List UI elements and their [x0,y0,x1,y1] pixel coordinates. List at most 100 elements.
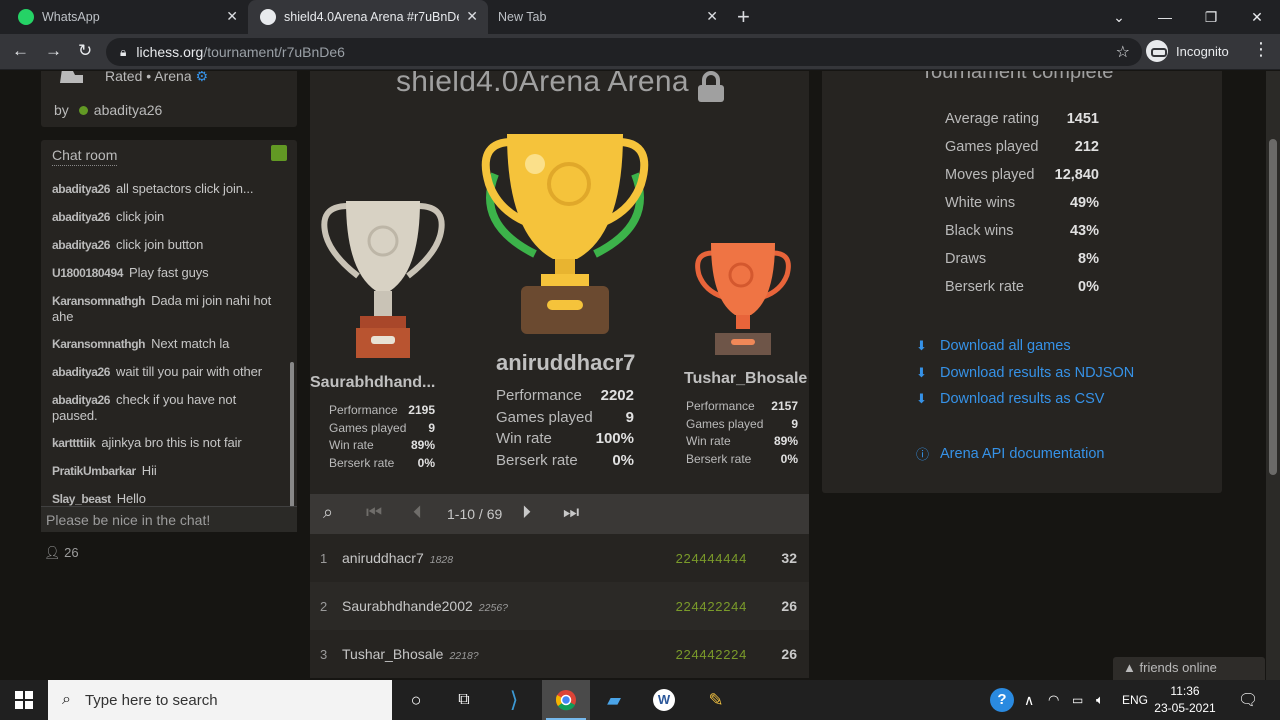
chat-username[interactable]: Karansomnathgh [52,294,145,308]
score-sheet: 224422244 [675,598,747,614]
language-indicator[interactable]: ENG [1122,680,1148,720]
close-window-button[interactable]: ✕ [1234,9,1280,26]
first-place-stats: Performance 2202 Games played 9 Win rate 10… [496,387,634,469]
desktop-app-icon[interactable]: ▰ [598,684,630,716]
chat-message: Karansomnathgh Dada mi join nahi hot ahe [52,293,284,324]
chat-username[interactable]: PratikUmbarkar [52,464,136,478]
search-icon[interactable]: ⌕ [323,502,333,523]
word-app-icon[interactable]: W [648,684,680,716]
forward-icon[interactable]: → [45,41,62,61]
player-rating: 2218? [449,650,479,662]
notes-app-icon[interactable]: ✎ [700,684,732,716]
chat-username[interactable]: abaditya26 [52,182,110,196]
rank: 3 [320,646,328,662]
chat-message: abaditya26 wait till you pair with other [52,364,284,380]
chat-username[interactable]: abaditya26 [52,238,110,252]
incognito-badge[interactable]: Incognito [1146,40,1229,62]
stat-label: Berserk rate [945,279,1024,295]
stat-label: Games played [945,139,1039,155]
new-tab-button[interactable]: + [737,4,750,30]
gear-icon[interactable]: ⚙ [196,71,209,84]
chat-input[interactable]: Please be nice in the chat! [41,506,297,532]
page-scrollbar[interactable] [1266,71,1280,680]
gold-trophy-icon [481,134,649,334]
chat-toggle[interactable] [271,145,287,161]
tray-overflow-icon[interactable]: ∧ [1024,680,1034,720]
creator-link[interactable]: abaditya26 [94,102,163,118]
rated-label: Rated • Arena ⚙ [105,71,208,85]
close-tab-icon[interactable]: ✕ [706,8,718,25]
clock[interactable]: 11:36 23-05-2021 [1152,683,1218,717]
next-page-icon[interactable]: ⏵ [522,502,531,523]
scrollbar-thumb[interactable] [1269,139,1277,475]
tab-new[interactable]: New Tab ✕ [488,0,728,34]
stat-value: 49% [1069,195,1099,211]
notifications-icon[interactable]: 🗨︎ [1238,680,1258,720]
vscode-icon[interactable]: ⟩ [498,684,530,716]
chat-username[interactable]: Slay_beast [52,492,111,506]
windows-start-icon[interactable] [15,691,33,709]
maximize-button[interactable]: ❐ [1188,9,1234,26]
summary-stats: Average rating 1451 Games played 212 Moves p… [945,111,1099,307]
download-all-games-link[interactable]: ⬇ Download all games [916,338,1071,354]
taskbar-search[interactable]: ⌕ Type here to search [48,680,392,720]
close-tab-icon[interactable]: ✕ [226,8,238,25]
first-place-name[interactable]: aniruddhacr7 [496,350,635,376]
chat-text: Hii [141,463,157,478]
last-page-icon[interactable]: ⏭ [563,502,579,523]
chat-text: click join button [116,237,204,252]
chat-scrollbar[interactable] [290,362,294,508]
download-icon: ⬇ [916,338,927,353]
wifi-icon[interactable]: ◠ [1048,680,1059,720]
search-placeholder: Type here to search [84,691,218,709]
api-doc-link[interactable]: ⓘ Arena API documentation [916,444,1104,463]
tab-whatsapp[interactable]: WhatsApp ✕ [0,0,248,34]
stat-label: White wins [945,195,1016,211]
chat-text: Play fast guys [129,265,209,280]
task-view-icon[interactable]: ⧉ [448,684,480,716]
rank: 1 [320,550,328,566]
third-place-name[interactable]: Tushar_Bhosale [684,370,807,388]
back-icon[interactable]: ← [12,41,29,61]
tab-title: shield4.0Arena Arena #r7uBnDe6 [284,10,459,24]
help-icon[interactable]: ? [990,680,1014,720]
stat-label: Average rating [945,111,1040,127]
chat-message: abaditya26 check if you have not paused. [52,392,284,423]
tab-lichess[interactable]: shield4.0Arena Arena #r7uBnDe6 ✕ [248,0,488,34]
chat-text: click join [116,209,165,224]
chat-username[interactable]: Karansomnathgh [52,337,145,351]
download-csv-link[interactable]: ⬇ Download results as CSV [916,391,1104,407]
standings-row[interactable]: 3 Tushar_Bhosale 2218? 224442224 26 [310,630,809,678]
address-bar[interactable]: 🔒︎ lichess.org/tournament/r7uBnDe6 ☆ [106,38,1142,66]
close-tab-icon[interactable]: ✕ [466,8,478,25]
player-name[interactable]: Saurabhdhande2002 2256? [342,598,508,614]
bookmark-star-icon[interactable]: ☆ [1116,42,1130,62]
volume-icon[interactable]: 🔈︎ [1096,680,1104,720]
chat-username[interactable]: karttttiik [52,436,96,450]
reload-icon[interactable]: ↻ [78,41,92,61]
battery-icon[interactable]: ▭ [1072,680,1083,720]
chat-username[interactable]: abaditya26 [52,393,110,407]
download-ndjson-link[interactable]: ⬇ Download results as NDJSON [916,365,1134,381]
chat-title[interactable]: Chat room [52,147,118,166]
chrome-icon[interactable] [542,680,590,720]
player-rating: 2256? [478,602,508,614]
minimize-button[interactable]: — [1142,9,1188,25]
chat-message: U1800180494 Play fast guys [52,265,284,281]
friends-online-button[interactable]: ▲ friends online [1113,657,1265,680]
player-name[interactable]: aniruddhacr7 1828 [342,550,453,566]
standings-row[interactable]: 1 aniruddhacr7 1828 224444444 32 [310,534,809,582]
cortana-icon[interactable]: ○ [400,684,432,716]
standings-row[interactable]: 2 Saurabhdhande2002 2256? 224422244 26 [310,582,809,630]
player-name[interactable]: Tushar_Bhosale 2218? [342,646,479,662]
chat-text: Next match la [151,336,230,351]
summary-stat-row: Games played 212 [945,139,1099,158]
chat-username[interactable]: abaditya26 [52,365,110,379]
tab-search-icon[interactable]: ⌄ [1096,9,1142,26]
silver-trophy-icon [321,201,445,358]
second-place-name[interactable]: Saurabhdhand... [310,374,435,392]
menu-icon[interactable]: ⋮ [1252,39,1270,60]
chat-username[interactable]: U1800180494 [52,266,123,280]
third-place-stats: Performance 2157 Games played 9 Win rate 89… [686,399,798,466]
chat-username[interactable]: abaditya26 [52,210,110,224]
